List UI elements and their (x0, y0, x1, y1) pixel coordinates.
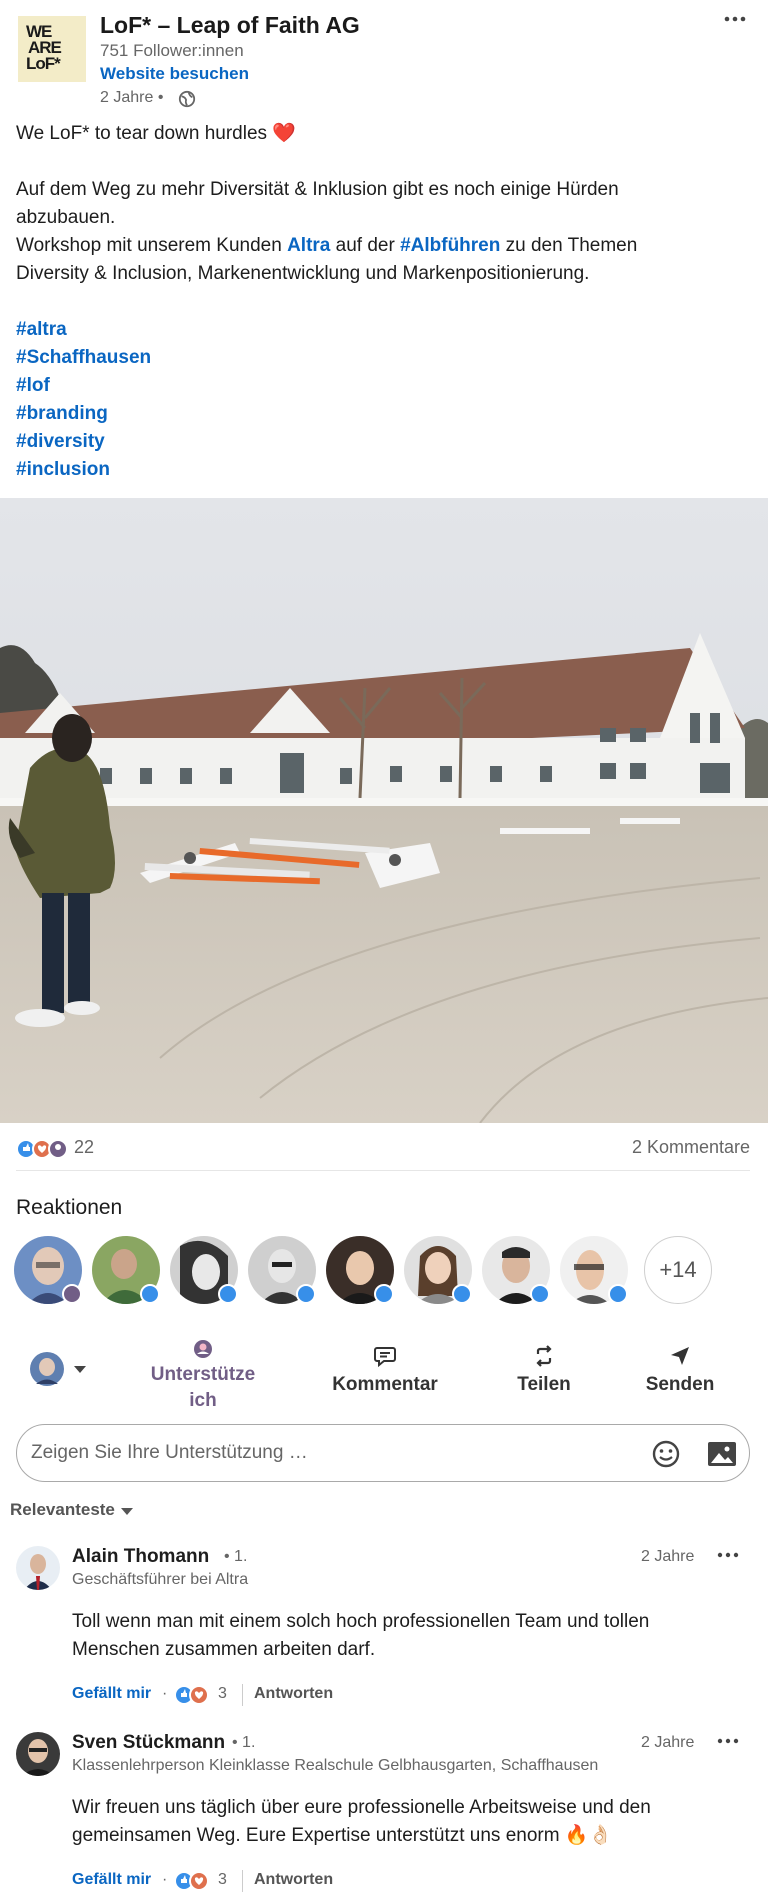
send-label: Senden (645, 1374, 715, 1395)
like-badge-icon (140, 1284, 160, 1304)
support-badge-icon (62, 1284, 82, 1304)
post-line-3: abzubauen. (16, 207, 116, 228)
commenter-name[interactable]: Sven Stückmann (72, 1732, 225, 1754)
comment-label: Kommentar (332, 1374, 438, 1395)
comment-reaction-count: 3 (218, 1685, 227, 1702)
like-button[interactable]: Gefällt mir (72, 1871, 151, 1889)
image-icon[interactable] (707, 1441, 737, 1467)
comment-text-line: Toll wenn man mit einem solch hoch profe… (72, 1611, 650, 1632)
separator-dot: · (162, 1871, 168, 1888)
action-bar: Unterstütze ich Kommentar Teilen Senden (0, 1330, 768, 1411)
reactor-avatars: +14 (14, 1236, 754, 1308)
divider (16, 1170, 750, 1171)
globe-icon (178, 90, 196, 108)
comment-item: Sven Stückmann • 1. Klassenlehrperson Kl… (0, 1732, 768, 1892)
comment-reaction-icons[interactable] (174, 1684, 210, 1706)
more-options-button[interactable] (720, 10, 750, 38)
send-button[interactable]: Senden (632, 1344, 728, 1396)
comment-text: Wir freuen uns täglich über eure profess… (72, 1794, 732, 1850)
comment-time: 2 Jahre (641, 1734, 695, 1751)
hashtag-altra[interactable]: #altra (16, 316, 736, 344)
like-badge-icon (218, 1284, 238, 1304)
support-button[interactable]: Unterstütze ich (128, 1338, 278, 1414)
hashtag-inclusion[interactable]: #inclusion (16, 456, 736, 484)
albfuehren-hashtag-link[interactable]: #Albführen (400, 235, 500, 256)
send-icon (671, 1347, 689, 1365)
post-time: 2 Jahre • (100, 89, 164, 106)
company-name[interactable]: LoF* – Leap of Faith AG (100, 12, 360, 39)
hashtag-schaffhausen[interactable]: #Schaffhausen (16, 344, 736, 372)
share-button[interactable]: Teilen (499, 1344, 589, 1396)
support-icon (194, 1340, 212, 1358)
comment-text: Toll wenn man mit einem solch hoch profe… (72, 1608, 732, 1664)
divider (242, 1684, 243, 1706)
hashtag-lof[interactable]: #lof (16, 372, 736, 400)
heart-emoji: ❤️ (272, 123, 296, 144)
comment-more-button[interactable] (716, 1542, 740, 1566)
emoji-icon[interactable] (651, 1439, 681, 1469)
follower-count: 751 Follower:innen (100, 41, 244, 60)
post-stats: 22 2 Kommentare (16, 1133, 750, 1167)
commenter-name[interactable]: Alain Thomann (72, 1546, 209, 1568)
sort-label: Relevanteste (10, 1500, 115, 1519)
reply-button[interactable]: Antworten (254, 1871, 333, 1889)
comment-input[interactable] (31, 1435, 631, 1471)
comment-reaction-count: 3 (218, 1871, 227, 1888)
connection-degree: • 1. (224, 1548, 248, 1565)
support-label-1: Unterstütze (150, 1364, 256, 1385)
separator-dot: · (162, 1685, 168, 1702)
like-badge-icon (296, 1284, 316, 1304)
altra-mention-link[interactable]: Altra (287, 235, 330, 256)
comment-more-button[interactable] (716, 1728, 740, 1752)
reaction-summary-icons[interactable] (16, 1137, 76, 1161)
profile-switcher[interactable] (30, 1350, 92, 1390)
post-line-5: Diversity & Inclusion, Markenentwicklung… (16, 263, 590, 284)
post-line-1: We LoF* to tear down hurdles (16, 123, 268, 144)
comment-text-line: Menschen zusammen arbeiten darf. (72, 1639, 376, 1660)
repost-icon (536, 1345, 552, 1367)
post-line-4c: zu den Themen (500, 235, 638, 256)
comment-box (16, 1424, 750, 1482)
share-label: Teilen (517, 1374, 571, 1395)
post-header: WE ARE LoF* LoF* – Leap of Faith AG 751 … (0, 0, 768, 120)
comment-item: Alain Thomann • 1. Geschäftsführer bei A… (0, 1546, 768, 1706)
comment-icon (374, 1347, 396, 1368)
post-line-4b: auf der (330, 235, 401, 256)
reactions-heading: Reaktionen (16, 1196, 123, 1219)
comment-text-line: Wir freuen uns täglich über eure profess… (72, 1797, 651, 1818)
divider (242, 1870, 243, 1892)
sort-dropdown[interactable]: Relevanteste (10, 1500, 134, 1520)
website-link[interactable]: Website besuchen (100, 64, 249, 84)
company-logo[interactable]: WE ARE LoF* (18, 16, 86, 82)
like-badge-icon (530, 1284, 550, 1304)
post-line-2: Auf dem Weg zu mehr Diversität & Inklusi… (16, 179, 619, 200)
post-text: We LoF* to tear down hurdles ❤️ Auf dem … (16, 120, 736, 484)
commenter-headline: Geschäftsführer bei Altra (72, 1571, 249, 1588)
logo-text: WE ARE LoF* (26, 22, 78, 74)
comment-button[interactable]: Kommentar (325, 1344, 445, 1396)
comment-time: 2 Jahre (641, 1548, 695, 1565)
chevron-down-icon (74, 1366, 86, 1373)
svg-text:LoF*: LoF* (26, 54, 61, 72)
hashtag-diversity[interactable]: #diversity (16, 428, 736, 456)
like-badge-icon (608, 1284, 628, 1304)
hashtag-branding[interactable]: #branding (16, 400, 736, 428)
like-badge-icon (374, 1284, 394, 1304)
caret-down-icon (120, 1507, 133, 1515)
like-button[interactable]: Gefällt mir (72, 1685, 151, 1703)
reply-button[interactable]: Antworten (254, 1685, 333, 1703)
reaction-count[interactable]: 22 (74, 1137, 94, 1158)
support-label-2: ich (189, 1390, 217, 1411)
post-line-4a: Workshop mit unserem Kunden (16, 235, 288, 256)
like-badge-icon (452, 1284, 472, 1304)
more-reactors-button[interactable]: +14 (644, 1236, 712, 1304)
post-image[interactable] (0, 498, 768, 1123)
commenter-headline: Klassenlehrperson Kleinklasse Realschule… (72, 1757, 599, 1774)
commenter-avatar[interactable] (16, 1546, 60, 1590)
comment-count[interactable]: 2 Kommentare (632, 1137, 750, 1158)
comment-reaction-icons[interactable] (174, 1870, 210, 1892)
commenter-avatar[interactable] (16, 1732, 60, 1776)
connection-degree: • 1. (232, 1734, 256, 1751)
comment-text-line: gemeinsamen Weg. Eure Expertise unterstü… (72, 1825, 613, 1846)
